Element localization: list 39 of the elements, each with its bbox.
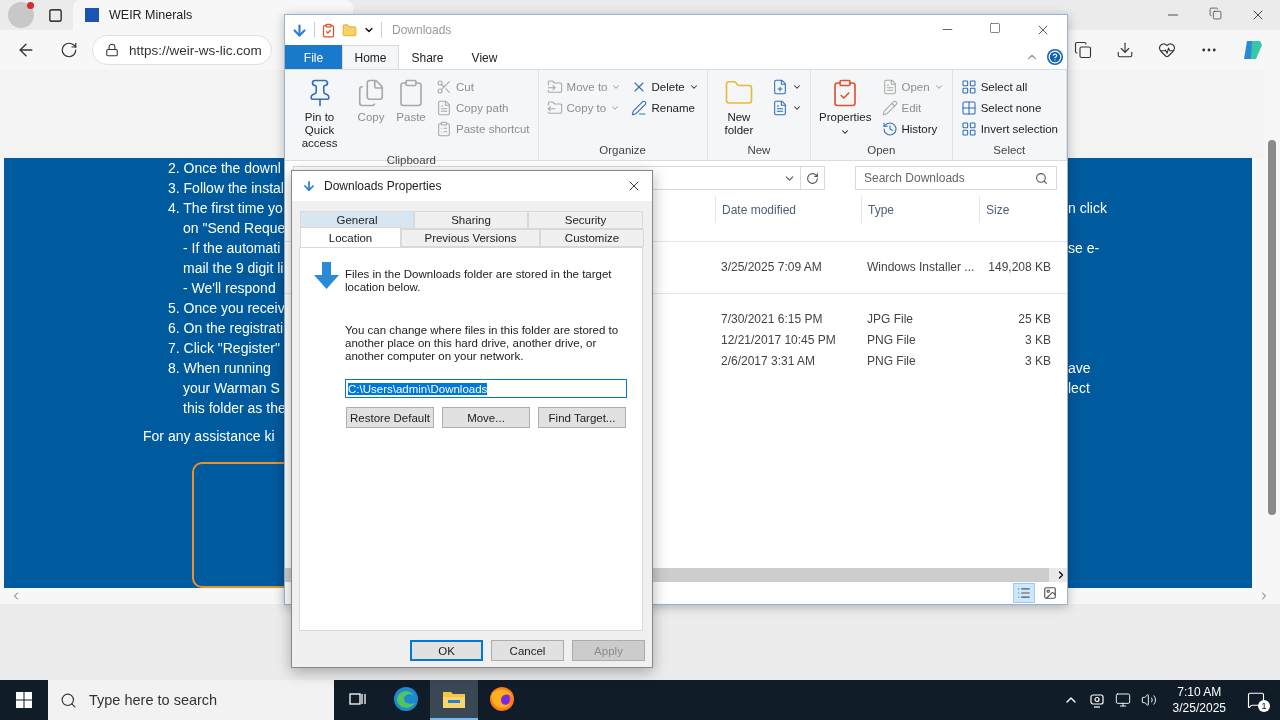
instruction-text: ave: [1068, 360, 1091, 376]
assistance-text: For any assistance ki: [143, 428, 275, 444]
table-cell-text: Windows Installer ...: [866, 259, 976, 274]
instruction-text: on "Send Reque: [183, 220, 286, 236]
table-cell-text: 25 KB: [1017, 311, 1052, 326]
group-label: Open: [866, 144, 897, 158]
group-label: Select: [992, 144, 1027, 158]
instruction-text: 7. Click "Register": [168, 340, 280, 356]
table-cell-text: PNG File: [866, 353, 917, 368]
instruction-text: 5. Once you receiv: [168, 300, 285, 316]
instruction-text: - We'll respond: [183, 280, 276, 296]
instruction-text: se e-: [1068, 240, 1100, 256]
instruction-text: mail the 9 digit li: [183, 260, 284, 276]
table-cell-text: 3 KB: [1024, 332, 1052, 347]
table-cell-text: 3 KB: [1024, 353, 1052, 368]
table-cell-text: 2/6/2017 3:31 AM: [720, 353, 817, 368]
group-label: New: [746, 144, 772, 158]
table-cell-text: JPG File: [866, 311, 914, 326]
table-cell-text: PNG File: [866, 332, 917, 347]
instruction-text: your Warman S: [183, 380, 280, 396]
notification-count: 1: [1258, 700, 1270, 712]
window-title: Downloads: [392, 23, 452, 37]
dialog-title: Downloads Properties: [324, 179, 442, 193]
instruction-text: - If the automati: [183, 240, 281, 256]
instruction-text: 2. Once the downl: [168, 160, 281, 176]
instruction-text: 8. When running: [168, 360, 271, 376]
table-cell-text: 3/25/2025 7:09 AM: [720, 259, 823, 274]
instruction-text: 6. On the registrati: [168, 320, 284, 336]
instruction-text: lect: [1068, 380, 1090, 396]
instruction-text: 4. The first time yo: [168, 200, 283, 216]
table-cell-text: 12/21/2017 10:45 PM: [720, 332, 837, 347]
group-label: Organize: [598, 144, 647, 158]
description-text: You can change where files in this folder are stored to another place on this hard drive, another drive, or another computer on your network.: [345, 324, 620, 363]
table-cell-text: 7/30/2021 6:15 PM: [720, 311, 824, 326]
table-cell-text: 149,208 KB: [987, 259, 1052, 274]
instruction-text: 3. Follow the instal: [168, 180, 284, 196]
group-label: Clipboard: [385, 154, 437, 166]
info-text: Files in the Downloads folder are stored in the target location below.: [345, 268, 613, 294]
instruction-text: n click: [1068, 200, 1107, 216]
